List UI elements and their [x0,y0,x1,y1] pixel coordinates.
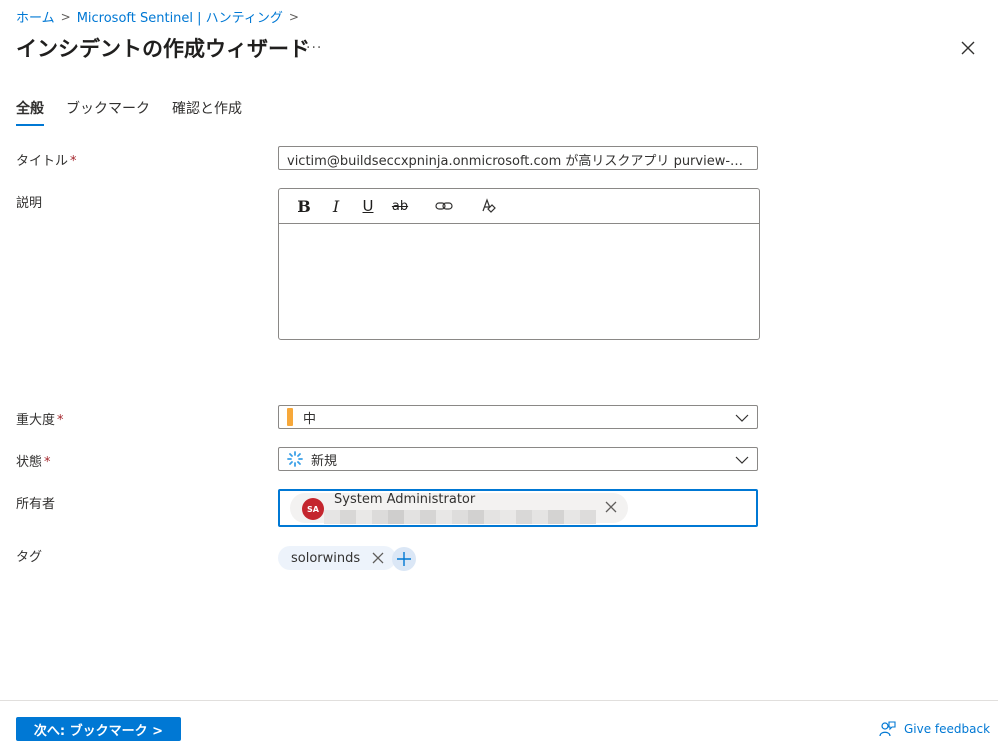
owner-name: System Administrator [334,492,476,507]
clear-format-icon[interactable] [479,197,497,215]
link-icon[interactable] [435,197,453,215]
required-mark: * [70,154,77,169]
link-icon-svg [435,202,453,210]
new-status-icon [287,451,303,467]
breadcrumb: ホーム > Microsoft Sentinel | ハンティング > [16,7,299,27]
status-label-text: 状態 [16,455,43,470]
title-label-text: タイトル [16,154,69,169]
severity-color-indicator [287,408,293,426]
owner-picker[interactable]: SA System Administrator [278,489,758,527]
required-mark: * [44,455,51,470]
status-dropdown[interactable]: 新規 [278,447,758,471]
editor-toolbar: B I U ab [279,189,759,224]
owner-email-redacted [324,510,596,524]
underline-glyph: U [362,197,374,215]
next-bookmarks-button[interactable]: 次へ: ブックマーク > [16,717,181,741]
chevron-down-icon [735,414,749,422]
give-feedback-label: Give feedback [904,722,991,736]
avatar: SA [302,498,324,520]
italic-glyph: I [332,196,340,216]
plus-icon [397,552,411,566]
give-feedback-link[interactable]: Give feedback [878,720,990,738]
remove-owner-icon[interactable] [603,499,619,515]
severity-label-text: 重大度 [16,413,56,428]
clear-format-icon-svg [482,198,496,213]
chevron-down-icon [735,456,749,464]
description-label: 説明 [16,196,43,211]
feedback-icon [879,721,896,737]
tags-label: タグ [16,550,43,565]
description-editor: B I U ab [278,188,760,340]
owner-persona: SA System Administrator [290,492,628,524]
footer-divider [0,700,998,701]
more-options-button[interactable]: ··· [306,40,322,56]
status-field-label: 状態 * [16,451,51,470]
add-tag-button[interactable] [392,547,416,571]
breadcrumb-separator: > [60,9,71,24]
close-icon [961,41,975,55]
tab-general[interactable]: 全般 [16,98,44,126]
status-value: 新規 [311,453,338,469]
close-button[interactable] [958,38,978,58]
tab-bookmarks[interactable]: ブックマーク [66,98,150,126]
strikethrough-icon[interactable]: ab [391,197,409,215]
tab-bar: 全般 ブックマーク 確認と作成 [16,98,242,126]
owner-label: 所有者 [16,497,56,512]
italic-icon[interactable]: I [327,196,345,216]
remove-tag-icon[interactable] [372,552,384,564]
required-mark: * [57,413,64,428]
underline-icon[interactable]: U [359,197,377,215]
title-input[interactable]: victim@buildseccxpninja.onmicrosoft.com … [278,146,758,170]
breadcrumb-separator: > [288,9,299,24]
tag-label: solorwinds [291,550,361,566]
title-field-label: タイトル * [16,150,77,169]
breadcrumb-home-link[interactable]: ホーム [16,7,55,26]
bold-icon[interactable]: B [295,196,313,216]
severity-field-label: 重大度 * [16,409,64,428]
tab-review-create[interactable]: 確認と作成 [172,98,242,126]
severity-value: 中 [303,411,317,427]
tag-chip: solorwinds [278,546,397,570]
page-title: インシデントの作成ウィザード [16,37,310,61]
strikethrough-glyph: ab [391,198,409,214]
severity-dropdown[interactable]: 中 [278,405,758,429]
bold-glyph: B [297,196,311,216]
breadcrumb-hunting-link[interactable]: Microsoft Sentinel | ハンティング [77,7,283,26]
